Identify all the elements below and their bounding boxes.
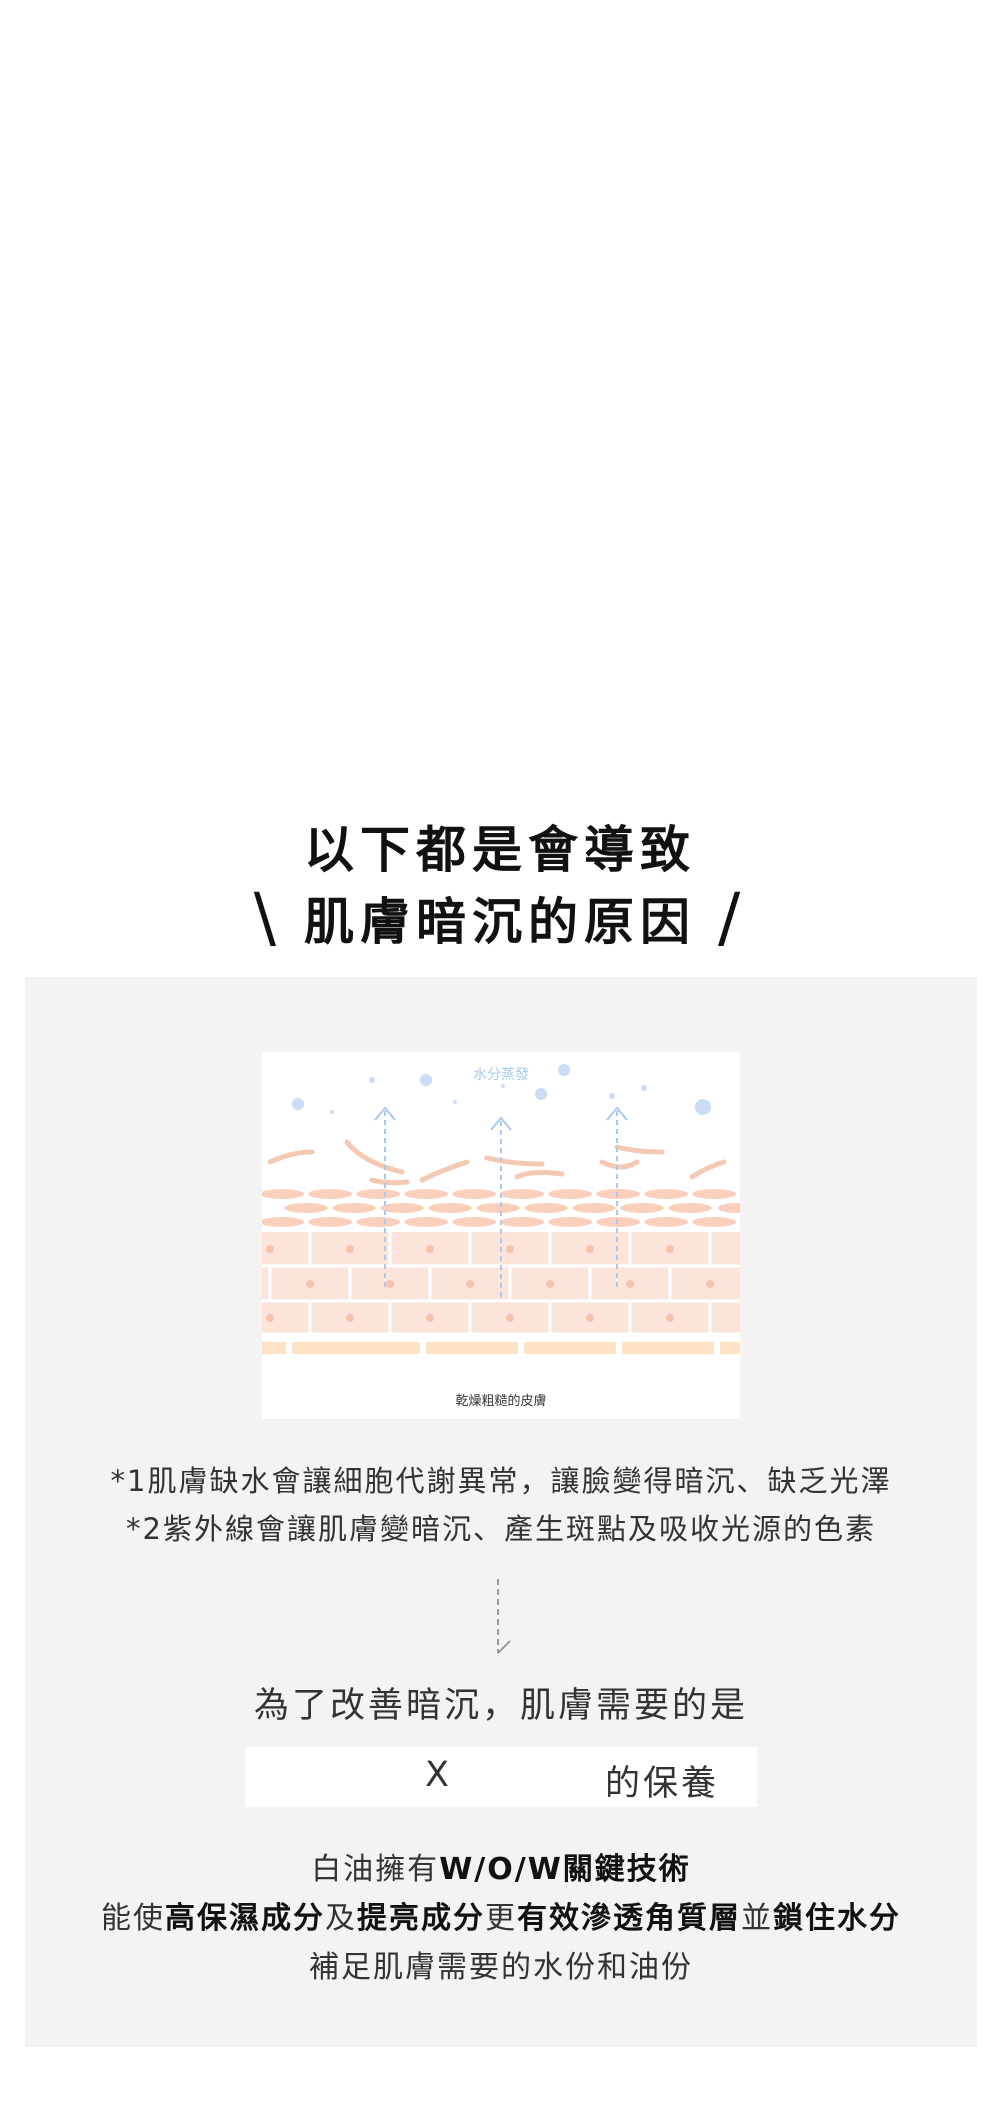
desc-line2-a: 能使	[101, 1901, 165, 1936]
answer-suffix: 的保養	[605, 1764, 720, 1804]
note-2: *2紫外線會讓肌膚變暗沉、產生斑點及吸收光源的色素	[126, 1512, 876, 1546]
base-layer	[262, 1342, 740, 1354]
right-slash-mark: /	[718, 879, 747, 956]
answer-box: X 的保養	[245, 1747, 757, 1807]
answer-x: X	[425, 1755, 449, 1795]
desc-line2-f: 有效滲透角質層	[517, 1901, 741, 1936]
down-arrow-icon	[497, 1579, 511, 1654]
desc-line2-h: 鎖住水分	[773, 1901, 901, 1936]
illustration-caption: 乾燥粗糙的皮膚	[455, 1393, 546, 1409]
headline-line2: 肌膚暗沉的原因	[304, 893, 696, 951]
desc-line1: 白油擁有W/O/W關鍵技術	[25, 1845, 977, 1894]
dry-flakes	[267, 1139, 727, 1186]
question-text: 為了改善暗沉，肌膚需要的是	[253, 1686, 748, 1726]
desc-line2-b: 高保濕成分	[165, 1901, 325, 1936]
content-panel: 水分蒸發 乾燥粗糙的皮膚 *1肌膚缺水會讓細胞代謝異常，讓臉變得暗沉、缺乏光澤 …	[25, 977, 977, 2047]
desc-line3: 補足肌膚需要的水份和油份	[309, 1950, 693, 1985]
desc-line2-d: 提亮成分	[357, 1901, 485, 1936]
desc-line2-c: 及	[325, 1901, 357, 1936]
headline-line1: 以下都是會導致	[304, 821, 696, 879]
note-1: *1肌膚缺水會讓細胞代謝異常，讓臉變得暗沉、缺乏光澤	[110, 1464, 892, 1498]
notes: *1肌膚缺水會讓細胞代謝異常，讓臉變得暗沉、缺乏光澤 *2紫外線會讓肌膚變暗沉、…	[25, 1457, 977, 1553]
water-evaporation-label: 水分蒸發	[473, 1067, 529, 1083]
desc-line1-text: 白油擁有	[311, 1852, 440, 1887]
desc-line2-e: 更	[485, 1901, 517, 1936]
headline-line2-row: \ 肌膚暗沉的原因 /	[0, 883, 1000, 957]
headline: 以下都是會導致 \ 肌膚暗沉的原因 /	[0, 815, 1000, 957]
desc-line1-bold: W/O/W關鍵技術	[439, 1852, 691, 1887]
description: 白油擁有W/O/W關鍵技術 能使高保濕成分及提亮成分更有效滲透角質層並鎖住水分 …	[25, 1845, 977, 1992]
dry-skin-diagram: 水分蒸發 乾燥粗糙的皮膚	[262, 1064, 740, 1409]
desc-line2: 能使高保濕成分及提亮成分更有效滲透角質層並鎖住水分	[25, 1894, 977, 1943]
left-slash-mark: \	[253, 879, 282, 956]
skin-illustration: 水分蒸發 乾燥粗糙的皮膚	[262, 1052, 740, 1419]
desc-line2-g: 並	[741, 1901, 773, 1936]
